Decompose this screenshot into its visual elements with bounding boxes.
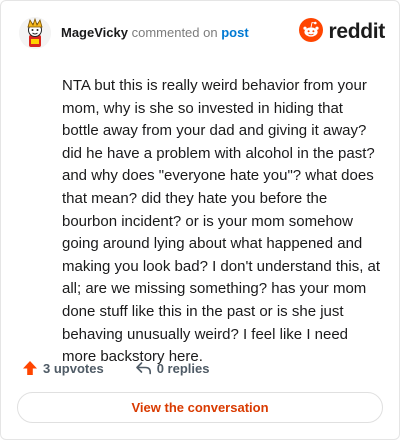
reply-arrow-icon (135, 360, 152, 376)
post-link[interactable]: post (221, 25, 248, 40)
user-avatar[interactable] (19, 17, 51, 49)
view-conversation-button[interactable]: View the conversation (17, 392, 383, 423)
commented-on-text: commented on (131, 25, 218, 40)
reply-action[interactable]: 0 replies (130, 360, 210, 376)
comment-actions: 3 upvotes 0 replies (17, 357, 209, 379)
author-name[interactable]: MageVicky (61, 25, 128, 40)
reddit-wordmark: reddit (328, 20, 385, 43)
comment-card: MageVicky commented on post reddit NTA b… (0, 0, 400, 440)
comment-header: MageVicky commented on post reddit (19, 17, 385, 53)
reddit-logo-icon (299, 17, 324, 47)
upvote-action[interactable]: 3 upvotes (17, 360, 104, 376)
author-line: MageVicky commented on post (61, 25, 249, 41)
upvote-count: 3 upvotes (43, 360, 104, 376)
comment-body: NTA but this is really weird behavior fr… (62, 77, 381, 366)
reddit-brand[interactable]: reddit (299, 17, 385, 47)
upvote-arrow-icon (22, 360, 38, 376)
reply-count: 0 replies (156, 360, 210, 376)
